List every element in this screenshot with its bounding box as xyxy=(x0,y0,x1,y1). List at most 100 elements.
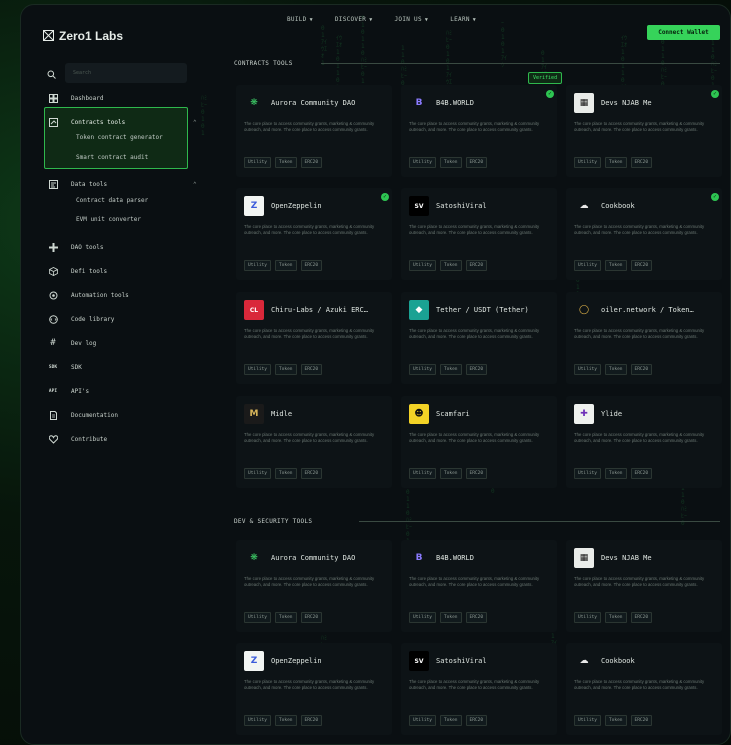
tag-badge[interactable]: Token xyxy=(439,612,462,623)
tag-badge[interactable]: Utility xyxy=(244,157,271,168)
sidebar-subitem[interactable]: Token contract generator xyxy=(76,134,163,141)
tag-badge[interactable]: Token xyxy=(604,715,627,726)
tag-badge[interactable]: Utility xyxy=(409,715,436,726)
tag-badge[interactable]: Token xyxy=(604,157,627,168)
sidebar-item-dao-tools[interactable]: DAO tools xyxy=(41,241,191,253)
tag-badge[interactable]: Token xyxy=(604,364,627,375)
tag-badge[interactable]: Token xyxy=(604,260,627,271)
logo[interactable]: Zero1 Labs xyxy=(43,26,123,45)
verified-badge-icon[interactable]: ✓ xyxy=(381,193,389,201)
connect-wallet-button[interactable]: Connect Wallet xyxy=(647,25,720,40)
tag-badge[interactable]: ERC20 xyxy=(465,612,488,623)
tool-card[interactable]: ☁ Cookbook The core place to access commun… xyxy=(566,188,722,280)
tag-badge[interactable]: Utility xyxy=(409,468,436,479)
sidebar-subitem[interactable]: Smart contract audit xyxy=(76,154,148,161)
nav-learn[interactable]: LEARN ▼ xyxy=(450,16,476,23)
tag-badge[interactable]: ERC20 xyxy=(300,715,323,726)
tool-card[interactable]: ✚ Ylide The core place to access community… xyxy=(566,396,722,488)
tag-badge[interactable]: Token xyxy=(274,715,297,726)
tag-badge[interactable]: ERC20 xyxy=(630,715,653,726)
sidebar-item-code-library[interactable]: Code library xyxy=(41,313,191,325)
sidebar-item-data-tools[interactable]: Data tools ⌃ xyxy=(41,178,197,190)
tag-badge[interactable]: Token xyxy=(439,157,462,168)
tag-badge[interactable]: Utility xyxy=(574,260,601,271)
sidebar-item-defi-tools[interactable]: Defi tools xyxy=(41,265,191,277)
sidebar-item-contracts-tools[interactable]: Contracts tools ⌃ xyxy=(41,116,197,128)
tag-badge[interactable]: ERC20 xyxy=(465,715,488,726)
tag-badge[interactable]: ERC20 xyxy=(630,260,653,271)
sidebar-subitem[interactable]: Contract data parser xyxy=(76,197,148,204)
tag-badge[interactable]: Utility xyxy=(409,260,436,271)
tool-card[interactable]: Z OpenZeppelin The core place to access co… xyxy=(236,643,392,735)
tool-card[interactable]: M Midle The core place to access community… xyxy=(236,396,392,488)
tag-badge[interactable]: Token xyxy=(439,260,462,271)
tag-badge[interactable]: Utility xyxy=(409,364,436,375)
tag-badge[interactable]: Token xyxy=(274,260,297,271)
verified-badge-icon[interactable]: ✓ xyxy=(546,90,554,98)
tool-card[interactable]: ❋ Aurora Community DAO The core place to a… xyxy=(236,85,392,177)
tag-badge[interactable]: Utility xyxy=(409,157,436,168)
tag-badge[interactable]: Utility xyxy=(244,612,271,623)
nav-discover[interactable]: DISCOVER ▼ xyxy=(335,16,373,23)
sidebar-item-automation-tools[interactable]: Automation tools xyxy=(41,289,191,301)
tag-badge[interactable]: ERC20 xyxy=(300,612,323,623)
tag-badge[interactable]: Token xyxy=(274,364,297,375)
tag-badge[interactable]: Utility xyxy=(244,260,271,271)
chevron-up-icon[interactable]: ⌃ xyxy=(193,181,197,188)
tag-badge[interactable]: Token xyxy=(439,468,462,479)
tool-card[interactable]: SV SatoshiViral The core place to access c… xyxy=(401,188,557,280)
tag-badge[interactable]: Utility xyxy=(574,468,601,479)
tag-badge[interactable]: Utility xyxy=(409,612,436,623)
tag-badge[interactable]: Utility xyxy=(574,715,601,726)
tool-card[interactable]: ◆ Tether / USDT (Tether) The core place to… xyxy=(401,292,557,384)
tag-badge[interactable]: Utility xyxy=(244,364,271,375)
sidebar-item-documentation[interactable]: Documentation xyxy=(41,409,191,421)
tool-card[interactable]: B B4B.WORLD The core place to access commu… xyxy=(401,540,557,632)
nav-build[interactable]: BUILD ▼ xyxy=(287,16,313,23)
tag-badge[interactable]: ERC20 xyxy=(300,468,323,479)
sidebar-item-sdk[interactable]: SDK SDK xyxy=(41,361,191,373)
search-icon[interactable] xyxy=(47,64,59,83)
sidebar-item-dev-log[interactable]: # Dev log xyxy=(41,337,191,349)
tool-card[interactable]: ❋ Aurora Community DAO The core place to a… xyxy=(236,540,392,632)
tag-badge[interactable]: Token xyxy=(604,612,627,623)
sidebar-item-dashboard[interactable]: Dashboard xyxy=(41,92,191,104)
tag-badge[interactable]: Utility xyxy=(244,715,271,726)
tag-badge[interactable]: ERC20 xyxy=(630,364,653,375)
tag-badge[interactable]: Utility xyxy=(574,157,601,168)
tool-card[interactable]: Z OpenZeppelin The core place to access co… xyxy=(236,188,392,280)
tool-card[interactable]: ☻ Scamfari The core place to access commun… xyxy=(401,396,557,488)
tag-badge[interactable]: ERC20 xyxy=(630,157,653,168)
tag-badge[interactable]: Token xyxy=(274,468,297,479)
verified-badge-icon[interactable]: ✓ xyxy=(711,193,719,201)
tool-card[interactable]: B B4B.WORLD The core place to access commu… xyxy=(401,85,557,177)
tag-badge[interactable]: Token xyxy=(274,157,297,168)
tag-badge[interactable]: ERC20 xyxy=(300,157,323,168)
chevron-up-icon[interactable]: ⌃ xyxy=(193,119,197,126)
tag-badge[interactable]: Utility xyxy=(574,612,601,623)
tag-badge[interactable]: ERC20 xyxy=(465,468,488,479)
tag-badge[interactable]: Token xyxy=(604,468,627,479)
sidebar-subitem[interactable]: EVM unit converter xyxy=(76,216,141,223)
tool-card[interactable]: ☁ Cookbook The core place to access commun… xyxy=(566,643,722,735)
tag-badge[interactable]: ERC20 xyxy=(630,468,653,479)
tool-card[interactable]: SV SatoshiViral The core place to access c… xyxy=(401,643,557,735)
tag-badge[interactable]: ERC20 xyxy=(465,157,488,168)
tag-badge[interactable]: Token xyxy=(439,715,462,726)
sidebar-item-api-s[interactable]: API API's xyxy=(41,385,191,397)
search-input[interactable]: Search xyxy=(65,63,187,83)
tag-badge[interactable]: ERC20 xyxy=(465,260,488,271)
verified-badge-icon[interactable]: ✓ xyxy=(711,90,719,98)
tool-card[interactable]: ▦ Devs NJAB Me The core place to access co… xyxy=(566,85,722,177)
nav-join-us[interactable]: JOIN US ▼ xyxy=(395,16,429,23)
tag-badge[interactable]: Utility xyxy=(244,468,271,479)
tool-card[interactable]: CL Chiru-Labs / Azuki ERC… The core place … xyxy=(236,292,392,384)
sidebar-item-contribute[interactable]: Contribute xyxy=(41,433,191,445)
tag-badge[interactable]: Token xyxy=(274,612,297,623)
tag-badge[interactable]: Token xyxy=(439,364,462,375)
tool-card[interactable]: ◯ oiler.network / Token… The core place to… xyxy=(566,292,722,384)
tool-card[interactable]: ▦ Devs NJAB Me The core place to access co… xyxy=(566,540,722,632)
tag-badge[interactable]: ERC20 xyxy=(300,260,323,271)
tag-badge[interactable]: ERC20 xyxy=(300,364,323,375)
tag-badge[interactable]: ERC20 xyxy=(630,612,653,623)
